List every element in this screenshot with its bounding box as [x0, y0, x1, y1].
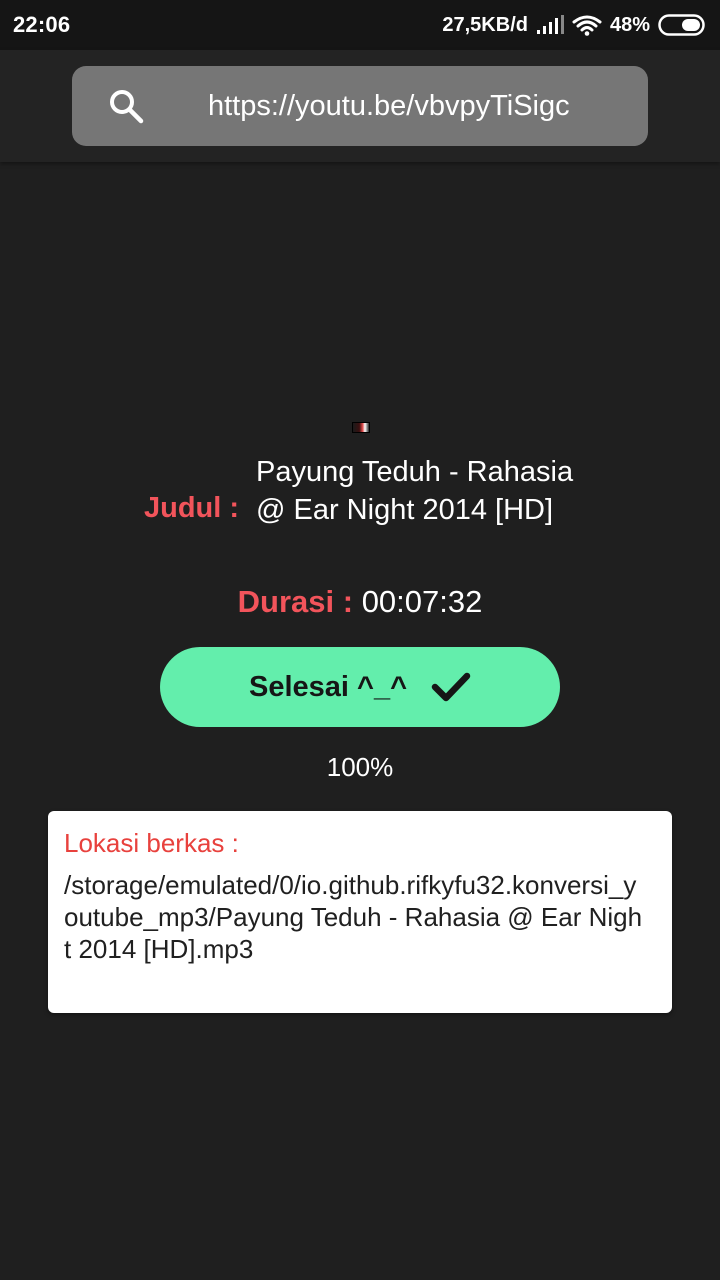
video-thumbnail [352, 422, 370, 433]
duration-value: 00:07:32 [361, 584, 483, 619]
signal-icon [536, 15, 564, 35]
check-icon [431, 671, 471, 703]
search-input[interactable] [208, 66, 638, 146]
done-button-label: Selesai ^_^ [248, 670, 408, 703]
net-speed: 27,5KB/d [442, 13, 528, 36]
duration-label: Durasi : [237, 584, 354, 619]
duration-row: Durasi : 00:07:32 [0, 584, 720, 620]
status-right: 27,5KB/d 48% [442, 10, 706, 40]
title-label: Judul : [144, 492, 240, 524]
battery-icon [658, 14, 706, 36]
file-path[interactable]: /storage/emulated/0/io.github.rifkyfu32.… [64, 869, 644, 965]
wifi-icon [572, 14, 602, 36]
file-location-card: Lokasi berkas : /storage/emulated/0/io.g… [48, 811, 672, 1013]
battery-percent: 48% [609, 13, 650, 36]
video-title: Payung Teduh - Rahasia @ Ear Night 2014 … [256, 456, 574, 526]
file-location-label: Lokasi berkas : [64, 828, 239, 858]
app-bar [0, 50, 720, 162]
search-icon[interactable] [108, 88, 144, 124]
progress-percent: 100% [326, 752, 394, 782]
search-box[interactable] [72, 66, 648, 146]
status-bar: 22:06 27,5KB/d 48% [0, 0, 720, 50]
status-time: 22:06 [13, 12, 71, 37]
done-button[interactable]: Selesai ^_^ [160, 647, 560, 727]
